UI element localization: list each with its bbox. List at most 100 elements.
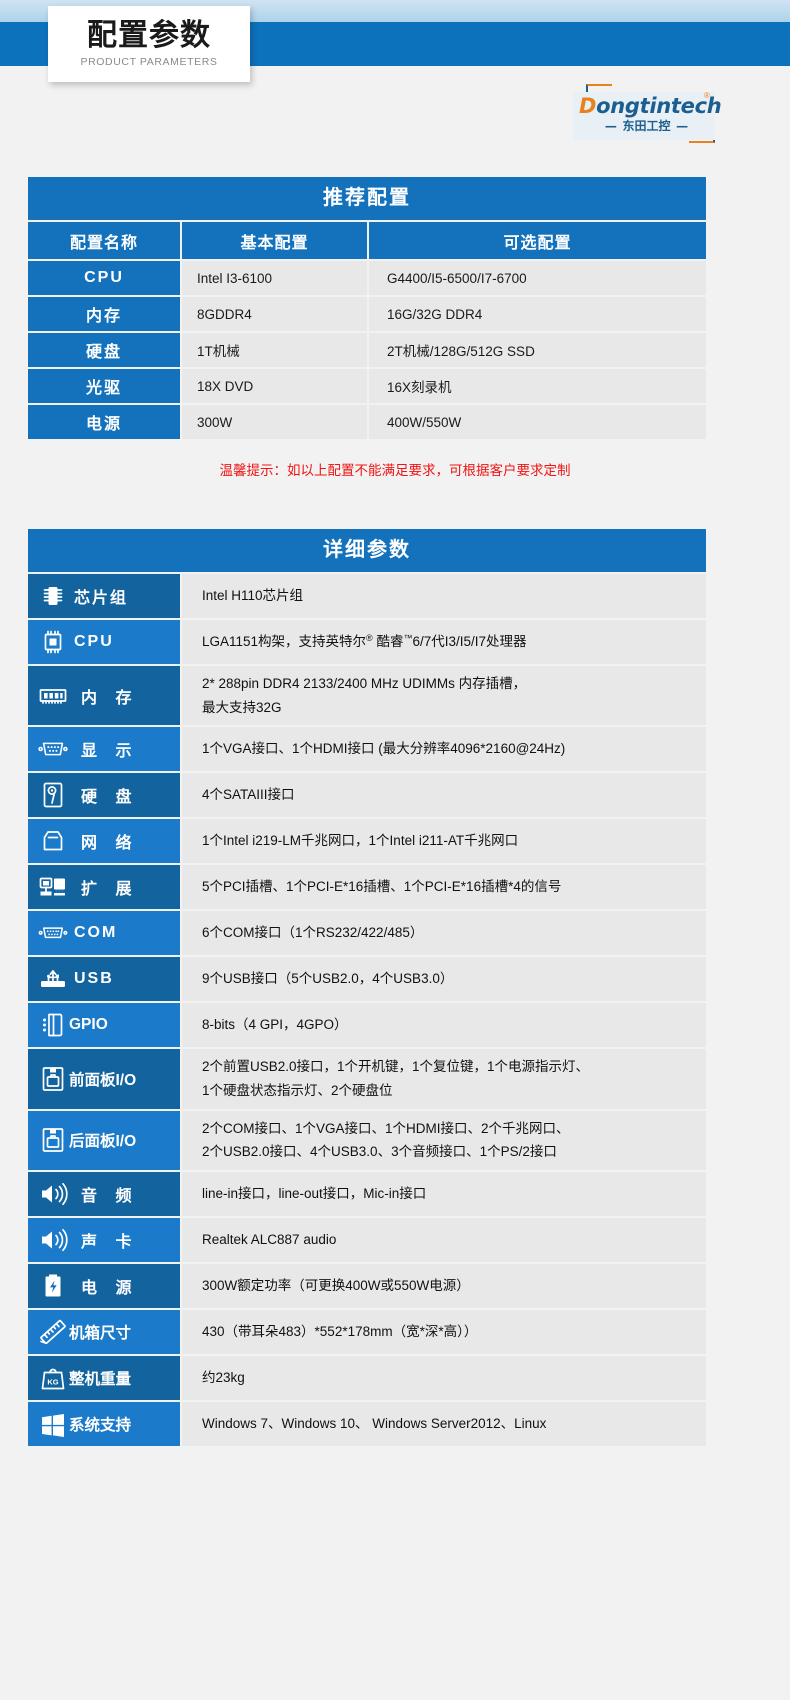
detail-table-row: 芯片组 Intel H110芯片组 — [28, 574, 706, 618]
windows-icon — [38, 1411, 68, 1437]
detail-table-row: USB 9个USB接口（5个USB2.0，4个USB3.0） — [28, 957, 706, 1002]
config-name-cell: 电源 — [28, 405, 180, 439]
detail-value-cell: 9个USB接口（5个USB2.0，4个USB3.0） — [182, 957, 706, 1002]
detail-label-cell: 扩 展 — [28, 865, 180, 910]
page-title: 配置参数 — [87, 19, 211, 53]
recommended-table-row: 内存 8GDDR4 16G/32G DDR4 — [28, 297, 706, 331]
logo-brand-rest: ongtintech — [596, 94, 722, 118]
detail-label-cell: GPIO — [28, 1003, 180, 1048]
logo-brand-name: Dongtintech — [579, 94, 722, 118]
detail-label-cell: 内 存 — [28, 666, 180, 726]
recommended-table-row: 硬盘 1T机械 2T机械/128G/512G SSD — [28, 333, 706, 367]
detail-value-line: Realtek ALC887 audio — [202, 1231, 337, 1247]
column-header-optional: 可选配置 — [369, 222, 706, 259]
detail-label-cell: 芯片组 — [28, 574, 180, 618]
detail-value-line: 1个硬盘状态指示灯、2个硬盘位 — [202, 1082, 393, 1098]
detail-table-row: 电 源 300W额定功率（可更换400W或550W电源） — [28, 1263, 706, 1308]
detail-value-line: 约23kg — [202, 1369, 245, 1385]
detail-value-line: 最大支持32G — [202, 699, 282, 715]
detail-label-text: 网 络 — [81, 835, 139, 853]
column-header-basic: 基本配置 — [182, 222, 367, 259]
company-logo: Dongtintech ® — 东田工控 — — [573, 84, 722, 144]
detail-value-line: LGA1151构架，支持英特尔® 酷睿™6/7代I3/I5/I7处理器 — [202, 633, 527, 650]
detail-label-text: 硬 盘 — [81, 789, 139, 807]
detail-label-text: 扩 展 — [81, 881, 139, 899]
speaker-icon — [38, 1181, 68, 1207]
detail-label-text: 后面板I/O — [69, 1133, 137, 1151]
expansion-icon — [38, 874, 68, 900]
detail-label-text: COM — [74, 924, 118, 942]
detail-value-line: 2* 288pin DDR4 2133/2400 MHz UDIMMs 内存插槽… — [202, 676, 527, 691]
display-port-icon — [38, 738, 68, 760]
detail-value-cell: 2个前置USB2.0接口，1个开机键，1个复位键，1个电源指示灯、 1个硬盘状态指… — [182, 1049, 706, 1109]
detail-value-line: 300W额定功率（可更换400W或550W电源） — [202, 1277, 470, 1293]
detail-value-cell: 约23kg — [182, 1355, 706, 1400]
detail-table-row: COM 6个COM接口（1个RS232/422/485） — [28, 911, 706, 956]
detail-value-cell: 4个SATAIII接口 — [182, 773, 706, 818]
detail-value-cell: 430（带耳朵483）*552*178mm（宽*深*高）） — [182, 1309, 706, 1354]
recommended-table-body: CPU Intel I3-6100 G4400/I5-6500/I7-6700 内存 8… — [28, 261, 706, 439]
logo-brand-cn-text: 东田工控 — [622, 119, 671, 133]
detail-label-cell: 显 示 — [28, 727, 180, 772]
detail-table-body: 芯片组 Intel H110芯片组 CPU LGA1151构架，支持英特尔® 酷睿™6… — [28, 574, 706, 1446]
detail-label-text: USB — [74, 970, 114, 988]
detail-value-cell: 1个Intel i219-LM千兆网口，1个Intel i211-AT千兆网口 — [182, 819, 706, 864]
rear-panel-icon — [38, 1126, 68, 1154]
detail-table-row: 系统支持 Windows 7、Windows 10、 Windows Server… — [28, 1401, 706, 1446]
usb-icon — [38, 966, 68, 992]
recommended-table-row: 光驱 18X DVD 16X刻录机 — [28, 369, 706, 403]
detail-label-cell: 网 络 — [28, 819, 180, 864]
cpu-icon — [38, 629, 68, 655]
detail-table-row: KG 整机重量 约23kg — [28, 1355, 706, 1400]
detail-label-cell: 声 卡 — [28, 1217, 180, 1262]
harddisk-icon — [38, 781, 68, 809]
detail-value-cell: 2* 288pin DDR4 2133/2400 MHz UDIMMs 内存插槽… — [182, 666, 706, 726]
detail-label-text: CPU — [74, 633, 114, 650]
detail-table-row: 扩 展 5个PCI插槽、1个PCI-E*16插槽、1个PCI-E*16插槽*4的信… — [28, 865, 706, 910]
detail-value-cell: Windows 7、Windows 10、 Windows Server2012… — [182, 1401, 706, 1446]
detail-value-line: 430（带耳朵483）*552*178mm（宽*深*高）） — [202, 1323, 478, 1339]
detail-value-line: 2个前置USB2.0接口，1个开机键，1个复位键，1个电源指示灯、 — [202, 1059, 590, 1075]
detail-value-line: 6个COM接口（1个RS232/422/485） — [202, 925, 424, 941]
detail-label-cell: KG 整机重量 — [28, 1355, 180, 1400]
detail-label-cell: 后面板I/O — [28, 1110, 180, 1170]
basic-config-cell: 300W — [182, 405, 367, 439]
power-icon — [38, 1272, 68, 1300]
detail-table-row: 声 卡 Realtek ALC887 audio — [28, 1217, 706, 1262]
detail-table-row: 网 络 1个Intel i219-LM千兆网口，1个Intel i211-AT千兆… — [28, 819, 706, 864]
ruler-icon — [38, 1318, 68, 1346]
detail-value-cell: LGA1151构架，支持英特尔® 酷睿™6/7代I3/I5/I7处理器 — [182, 620, 706, 664]
detail-label-cell: USB — [28, 957, 180, 1002]
detail-table-row: 内 存 2* 288pin DDR4 2133/2400 MHz UDIMMs 内… — [28, 666, 706, 726]
detail-value-line: Windows 7、Windows 10、 Windows Server2012… — [202, 1415, 547, 1431]
detail-value-cell: 6个COM接口（1个RS232/422/485） — [182, 911, 706, 956]
gpio-icon — [38, 1011, 68, 1039]
basic-config-cell: 18X DVD — [182, 369, 367, 403]
logo-dash-right: — — [676, 119, 689, 133]
config-name-cell: CPU — [28, 261, 180, 295]
detail-label-text: 显 示 — [81, 743, 139, 761]
svg-text:KG: KG — [47, 1377, 58, 1386]
detail-label-cell: 硬 盘 — [28, 773, 180, 818]
detail-label-cell: 音 频 — [28, 1171, 180, 1216]
page-title-card: 配置参数 PRODUCT PARAMETERS — [48, 6, 250, 82]
detail-value-line: Intel H110芯片组 — [202, 588, 304, 604]
chip-icon — [38, 583, 68, 609]
detail-table-row: 音 频 line-in接口，line-out接口，Mic-in接口 — [28, 1171, 706, 1216]
detail-label-text: 系统支持 — [69, 1416, 132, 1434]
optional-config-cell: 16G/32G DDR4 — [369, 297, 706, 331]
detail-label-text: 声 卡 — [81, 1233, 139, 1251]
registered-mark-icon: ® — [704, 91, 710, 100]
detail-table-row: 硬 盘 4个SATAIII接口 — [28, 773, 706, 818]
page-subtitle: PRODUCT PARAMETERS — [80, 55, 218, 68]
serial-port-icon — [38, 923, 68, 943]
detail-value-line: 5个PCI插槽、1个PCI-E*16插槽、1个PCI-E*16插槽*4的信号 — [202, 879, 562, 895]
detail-value-line: 9个USB接口（5个USB2.0，4个USB3.0） — [202, 971, 454, 987]
detail-label-text: 机箱尺寸 — [69, 1324, 132, 1342]
detail-section-title: 详细参数 — [28, 529, 706, 572]
detail-value-line: 2个USB2.0接口、4个USB3.0、3个音频接口、1个PS/2接口 — [202, 1144, 557, 1160]
detail-table-row: 前面板I/O 2个前置USB2.0接口，1个开机键，1个复位键，1个电源指示灯、 1… — [28, 1049, 706, 1109]
config-name-cell: 光驱 — [28, 369, 180, 403]
recommended-header-row: 配置名称 基本配置 可选配置 — [28, 222, 706, 259]
recommended-config-table: 推荐配置 配置名称 基本配置 可选配置 CPU Intel I3-6100 G440… — [28, 177, 706, 441]
